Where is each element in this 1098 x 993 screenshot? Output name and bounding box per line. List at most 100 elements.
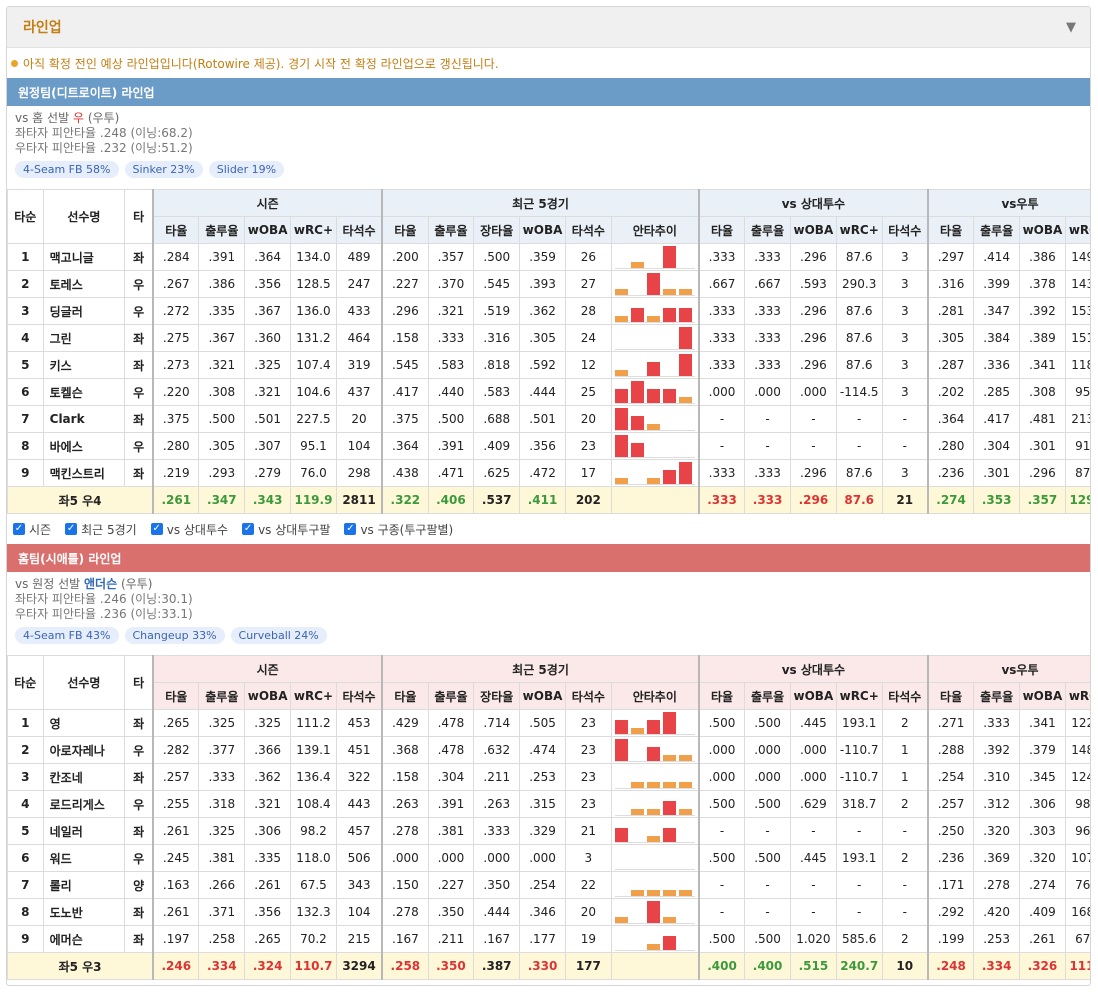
- player-name[interactable]: 키스: [42, 351, 126, 379]
- recent-stat: .368: [381, 736, 429, 764]
- col-season: wOBA: [244, 216, 292, 244]
- season-stat: .501: [244, 405, 292, 433]
- player-name[interactable]: 로드리게스: [42, 790, 126, 818]
- option-toggle[interactable]: ✓ 최근 5경기: [65, 521, 137, 538]
- vs-rhp-stat: .414: [973, 243, 1021, 271]
- checkbox-checked-icon[interactable]: ✓: [242, 523, 255, 535]
- player-name[interactable]: 롤리: [42, 871, 126, 899]
- vs-pitcher-stat: .667: [697, 270, 746, 298]
- season-stat: 247: [335, 270, 383, 298]
- recent-stat: .211: [427, 925, 475, 953]
- season-stat: 95.1: [290, 432, 337, 460]
- batting-order: 5: [7, 351, 44, 379]
- summary-vs-pitcher: .296: [789, 486, 837, 514]
- recent-stat: .000: [519, 844, 566, 872]
- vs-rhp-stat: 118.3: [1064, 351, 1090, 379]
- vs-rhp-stat: 124.8: [1064, 763, 1090, 791]
- player-name[interactable]: 맥고니글: [42, 243, 126, 271]
- vs-pitcher-stat: -: [881, 871, 929, 899]
- season-stat: .163: [152, 871, 200, 899]
- recent-stat: .381: [427, 817, 475, 845]
- vs-pitcher-stat: .500: [697, 925, 746, 953]
- season-stat: .391: [198, 243, 246, 271]
- vs-pitcher-stat: .296: [789, 243, 837, 271]
- option-toggle[interactable]: ✓ vs 상대투구팔: [242, 521, 330, 538]
- season-stat: 104: [335, 432, 383, 460]
- season-stat: 76.0: [290, 459, 337, 487]
- player-name[interactable]: 그린: [42, 324, 126, 352]
- away-team-bar: 원정팀(디트로이트) 라인업: [7, 78, 1090, 106]
- summary-vs-rhp: .357: [1019, 486, 1066, 514]
- checkbox-checked-icon[interactable]: ✓: [13, 523, 25, 535]
- player-name[interactable]: 네일러: [42, 817, 126, 845]
- pitcher-name[interactable]: 우: [73, 111, 84, 125]
- hit-trend-sparkline: [614, 793, 695, 816]
- vs-rhp-stat: .253: [973, 925, 1021, 953]
- trend-bar: [614, 407, 628, 430]
- checkbox-checked-icon[interactable]: ✓: [65, 523, 78, 535]
- hit-trend-sparkline: [614, 353, 695, 377]
- option-toggle[interactable]: ✓ 시즌: [13, 521, 51, 538]
- vs-rhp-stat: .278: [973, 871, 1021, 899]
- pitch-chip: Sinker 23%: [124, 161, 203, 178]
- player-name[interactable]: 바에스: [42, 432, 126, 460]
- player-name[interactable]: 토레스: [42, 270, 126, 298]
- vs-pitcher-stat: -: [881, 817, 929, 845]
- home-table-wrap[interactable]: 타순 선수명 타 시즌 최근 5경기 vs 상대투수 vs우투 타율 출루율 wOBA wRC+ 타석…: [7, 655, 1090, 980]
- summary-vs-rhp: .326: [1019, 952, 1066, 980]
- notice-dot-icon: [11, 59, 18, 67]
- vs-pitcher-stat: .000: [744, 763, 791, 791]
- player-name[interactable]: 맥킨스트리: [42, 459, 126, 487]
- recent-stat: .391: [427, 790, 475, 818]
- option-toggle[interactable]: ✓ vs 구종(투구팔별): [344, 521, 453, 538]
- trend-bar: [662, 388, 676, 403]
- trend-bar: [614, 827, 628, 842]
- hand-split: 좌5 우3: [7, 952, 154, 980]
- season-stat: .375: [152, 405, 200, 433]
- player-name[interactable]: 영: [42, 709, 126, 737]
- checkbox-checked-icon[interactable]: ✓: [344, 523, 357, 535]
- recent-stat: .592: [519, 351, 566, 379]
- season-stat: 67.5: [290, 871, 337, 899]
- season-stat: 98.2: [290, 817, 337, 845]
- player-name[interactable]: 딩글러: [42, 297, 126, 325]
- option-toggle[interactable]: ✓ vs 상대투수: [150, 521, 228, 538]
- panel-header[interactable]: 라인업 ▼: [7, 7, 1090, 48]
- player-name[interactable]: 아로자레나: [42, 736, 126, 764]
- summary-season: 2811: [335, 486, 383, 514]
- season-stat: .335: [198, 297, 246, 325]
- player-name[interactable]: 워드: [42, 844, 126, 872]
- away-table-wrap[interactable]: 타순 선수명 타 시즌 최근 5경기 vs 상대투수 vs우투 타율 출루율 wOBA wRC+ 타석…: [7, 189, 1090, 514]
- player-name[interactable]: 칸조네: [42, 763, 126, 791]
- bat-hand: 좌: [124, 925, 154, 953]
- collapse-arrow-icon[interactable]: ▼: [1066, 20, 1076, 35]
- vs-pitcher-stat: 3: [881, 351, 929, 379]
- season-stat: 108.4: [290, 790, 337, 818]
- player-name[interactable]: Clark: [42, 405, 126, 433]
- trend-bar: [662, 800, 676, 815]
- season-stat: 227.5: [290, 405, 337, 433]
- col-season: wOBA: [244, 682, 292, 710]
- hit-trend: [610, 871, 700, 899]
- hit-trend-sparkline: [614, 711, 695, 735]
- hit-trend: [610, 925, 700, 953]
- summary-vs-pitcher: .333: [744, 486, 791, 514]
- season-stat: .335: [244, 844, 292, 872]
- summary-recent: .537: [473, 486, 521, 514]
- recent-stat: .000: [381, 844, 429, 872]
- pitcher-name[interactable]: 앤더슨: [84, 577, 117, 591]
- vs-pitcher-stat: 3: [881, 378, 929, 406]
- vs-pitcher-stat: -: [835, 898, 883, 926]
- recent-stat: 23: [564, 790, 612, 818]
- checkbox-checked-icon[interactable]: ✓: [150, 523, 163, 535]
- pitch-mix: 4-Seam FB 43% Changeup 33% Curveball 24%: [15, 627, 1082, 644]
- col-season: wRC+: [290, 682, 337, 710]
- player-name[interactable]: 토켈슨: [42, 378, 126, 406]
- pitcher-stat-right: 우타자 피안타율 .236 (이닝:33.1): [15, 607, 193, 621]
- bat-hand: 좌: [124, 459, 154, 487]
- player-name[interactable]: 도노반: [42, 898, 126, 926]
- table-row: 6 토켈슨 우 .220.308.321 104.6 437.417.440.583.44…: [7, 378, 1090, 406]
- season-stat: .261: [152, 817, 200, 845]
- vs-rhp-stat: .341: [1019, 709, 1066, 737]
- player-name[interactable]: 에머슨: [42, 925, 126, 953]
